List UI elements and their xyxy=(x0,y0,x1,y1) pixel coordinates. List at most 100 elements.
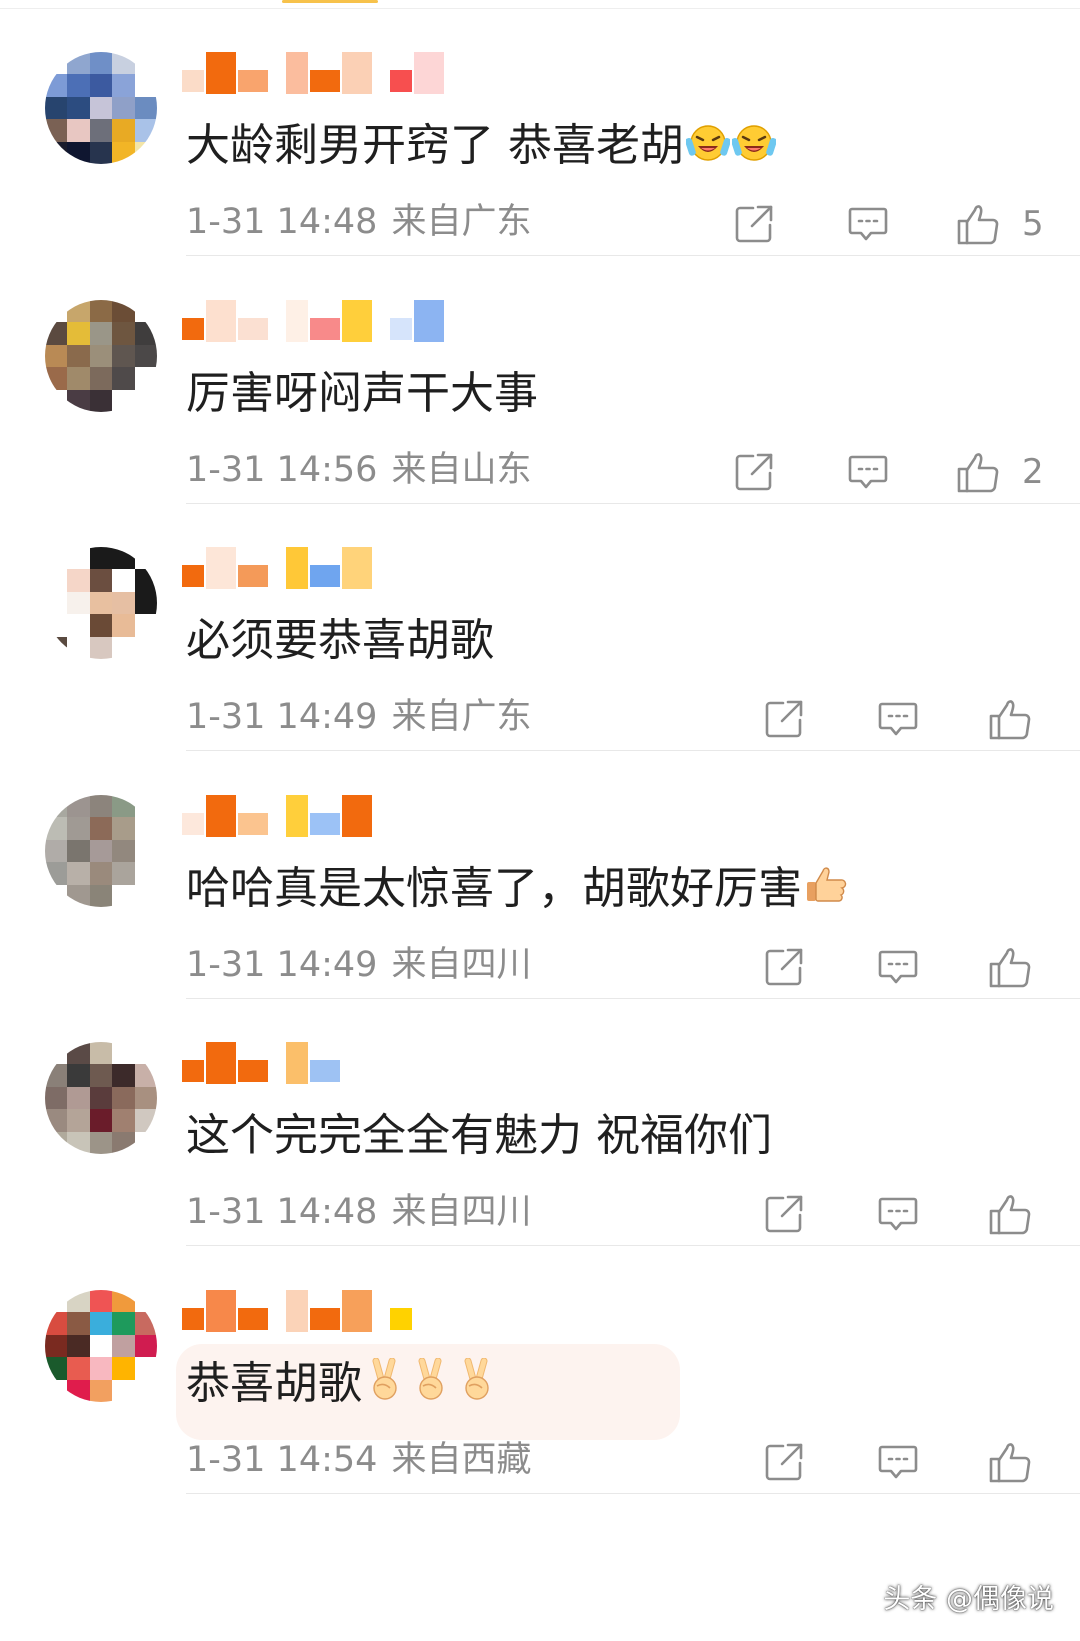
username-pixelated[interactable] xyxy=(180,1290,520,1334)
reply-button[interactable] xyxy=(876,1440,920,1484)
avatar-pixel xyxy=(112,1334,135,1358)
username-pixelated[interactable] xyxy=(180,547,520,591)
avatar[interactable] xyxy=(45,300,157,412)
avatar-pixel xyxy=(89,1086,113,1110)
comment-text: 恭喜胡歌 xyxy=(186,1356,500,1412)
avatar-pixel xyxy=(134,591,157,615)
share-button[interactable] xyxy=(762,697,806,741)
avatar-pixel xyxy=(134,1379,157,1402)
avatar-pixel xyxy=(112,569,135,592)
avatar[interactable] xyxy=(45,1042,157,1154)
avatar-pixel xyxy=(134,1357,157,1380)
share-button[interactable] xyxy=(762,1440,806,1484)
username-pixel xyxy=(342,795,372,837)
comment-time: 1-31 14:54 xyxy=(186,1440,378,1480)
avatar-pixel xyxy=(112,344,135,368)
avatar-pixel xyxy=(67,636,90,659)
username-pixel xyxy=(238,70,268,92)
comment-text: 哈哈真是太惊喜了，胡歌好厉害 xyxy=(186,861,848,917)
avatar-pixel xyxy=(45,862,68,885)
share-button[interactable] xyxy=(732,450,776,494)
avatar-pixel xyxy=(134,569,157,592)
username-pixel xyxy=(286,1290,308,1332)
thumbs-up-icon xyxy=(987,1191,1033,1237)
avatar-pixel xyxy=(67,591,90,615)
comment-icon xyxy=(847,203,889,245)
avatar-pixel xyxy=(67,569,90,592)
comment-item: 必须要恭喜胡歌 1-31 14:49 来自广东 xyxy=(0,503,1080,751)
username-pixel xyxy=(310,1060,340,1082)
avatar-pixel xyxy=(45,300,68,323)
avatar-pixel xyxy=(112,547,135,570)
avatar-pixel xyxy=(67,817,90,840)
like-button[interactable] xyxy=(988,1192,1032,1236)
share-button[interactable] xyxy=(762,945,806,989)
avatar-pixel xyxy=(45,1312,68,1335)
avatar-pixel xyxy=(67,119,90,142)
like-button[interactable] xyxy=(956,450,1000,494)
share-icon xyxy=(733,451,775,493)
avatar-pixel xyxy=(67,1131,90,1154)
like-button[interactable] xyxy=(988,945,1032,989)
avatar-pixel xyxy=(45,141,68,164)
avatar-pixel xyxy=(67,547,90,570)
avatar-pixel xyxy=(89,862,113,885)
username-pixel xyxy=(342,547,372,589)
share-button[interactable] xyxy=(732,202,776,246)
comment-location: 来自西藏 xyxy=(391,1440,532,1480)
comment-text: 必须要恭喜胡歌 xyxy=(186,613,494,669)
reply-button[interactable] xyxy=(846,450,890,494)
avatar-pixel xyxy=(67,1334,90,1358)
comment-meta: 1-31 14:56 来自山东 xyxy=(186,448,531,492)
avatar[interactable] xyxy=(45,1290,157,1402)
avatar-pixel xyxy=(45,119,68,142)
username-pixel xyxy=(206,547,236,589)
avatar[interactable] xyxy=(45,795,157,907)
reply-button[interactable] xyxy=(876,945,920,989)
like-button[interactable] xyxy=(956,202,1000,246)
avatar-pixel xyxy=(134,344,157,368)
comment-text-content: 哈哈真是太惊喜了，胡歌好厉害 xyxy=(186,863,802,914)
username-pixelated[interactable] xyxy=(180,1042,520,1086)
avatar-pixel xyxy=(89,1042,113,1065)
username-pixelated[interactable] xyxy=(180,300,520,344)
avatar-pixel xyxy=(67,1042,90,1065)
avatar-pixel xyxy=(45,839,68,863)
avatar-pixel xyxy=(67,862,90,885)
like-button[interactable] xyxy=(988,697,1032,741)
avatar-pixel xyxy=(45,1131,68,1154)
avatar-pixel xyxy=(45,1086,68,1110)
username-pixelated[interactable] xyxy=(180,795,520,839)
avatar-pixel xyxy=(112,591,135,615)
avatar-pixel xyxy=(134,119,157,142)
avatar-pixel xyxy=(134,547,157,570)
share-button[interactable] xyxy=(762,1192,806,1236)
avatar-pixel xyxy=(67,52,90,75)
avatar-pixel xyxy=(134,839,157,863)
avatar-pixel xyxy=(89,1131,113,1154)
avatar-pixel xyxy=(89,74,113,97)
victory-hand-emoji xyxy=(456,1358,500,1402)
avatar-pixel xyxy=(134,322,157,345)
username-pixel xyxy=(182,565,204,587)
avatar-pixel xyxy=(45,1379,68,1402)
avatar-pixel xyxy=(89,389,113,412)
avatar-pixel xyxy=(45,344,68,368)
avatar-pixel xyxy=(45,1290,68,1313)
victory-hand-emoji xyxy=(364,1358,408,1402)
username-pixel xyxy=(310,565,340,587)
reply-button[interactable] xyxy=(846,202,890,246)
avatar[interactable] xyxy=(45,52,157,164)
like-button[interactable] xyxy=(988,1440,1032,1484)
comment-location: 来自广东 xyxy=(391,697,532,737)
comment-item: 大龄剩男开窍了 恭喜老胡 1-31 14:48 来自广东 5 xyxy=(0,8,1080,256)
avatar-pixel xyxy=(89,322,113,345)
avatar-pixel xyxy=(112,1109,135,1132)
username-pixel xyxy=(390,318,412,340)
share-icon xyxy=(763,946,805,988)
reply-button[interactable] xyxy=(876,697,920,741)
avatar[interactable] xyxy=(45,547,157,659)
username-pixelated[interactable] xyxy=(180,52,520,96)
avatar-pixel xyxy=(112,614,135,637)
reply-button[interactable] xyxy=(876,1192,920,1236)
